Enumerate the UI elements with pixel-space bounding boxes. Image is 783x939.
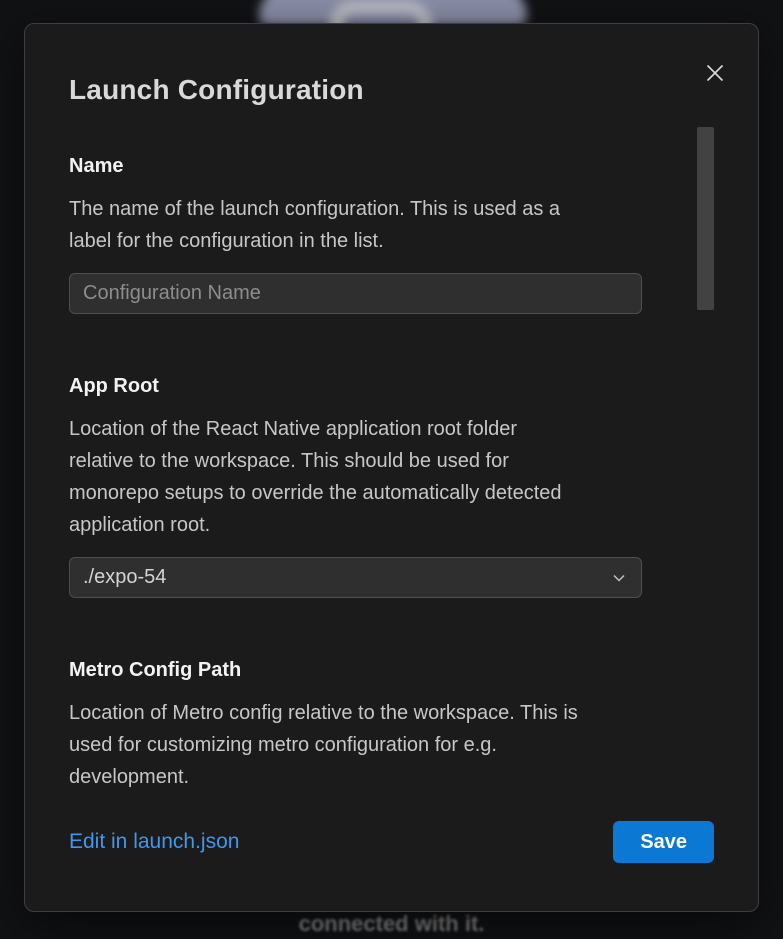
section-name: Name The name of the launch configuratio…: [69, 155, 642, 314]
modal-content: Name The name of the launch configuratio…: [69, 155, 642, 854]
section-app-root: App Root Location of the React Native ap…: [69, 375, 642, 598]
app-root-heading: App Root: [69, 375, 642, 397]
app-root-selected-value: ./expo-54: [83, 566, 166, 589]
metro-config-heading: Metro Config Path: [69, 659, 642, 681]
edit-launch-json-link[interactable]: Edit in launch.json: [69, 830, 239, 854]
background-blurred-text: connected with it.: [0, 911, 783, 937]
configuration-name-input[interactable]: [69, 273, 642, 314]
modal-footer: Edit in launch.json Save: [69, 821, 714, 863]
save-button[interactable]: Save: [613, 821, 714, 863]
chevron-down-icon: [610, 569, 628, 587]
section-metro-config-path: Metro Config Path Location of Metro conf…: [69, 659, 642, 793]
modal-title: Launch Configuration: [69, 74, 364, 106]
metro-config-description: Location of Metro config relative to the…: [69, 697, 642, 793]
close-button[interactable]: [702, 60, 728, 86]
name-description: The name of the launch configuration. Th…: [69, 193, 642, 257]
launch-configuration-modal: Launch Configuration Name The name of th…: [24, 23, 759, 912]
scrollbar-thumb[interactable]: [697, 127, 714, 310]
close-icon: [705, 63, 725, 83]
app-root-description: Location of the React Native application…: [69, 413, 642, 541]
app-root-select[interactable]: ./expo-54: [69, 557, 642, 598]
name-heading: Name: [69, 155, 642, 177]
